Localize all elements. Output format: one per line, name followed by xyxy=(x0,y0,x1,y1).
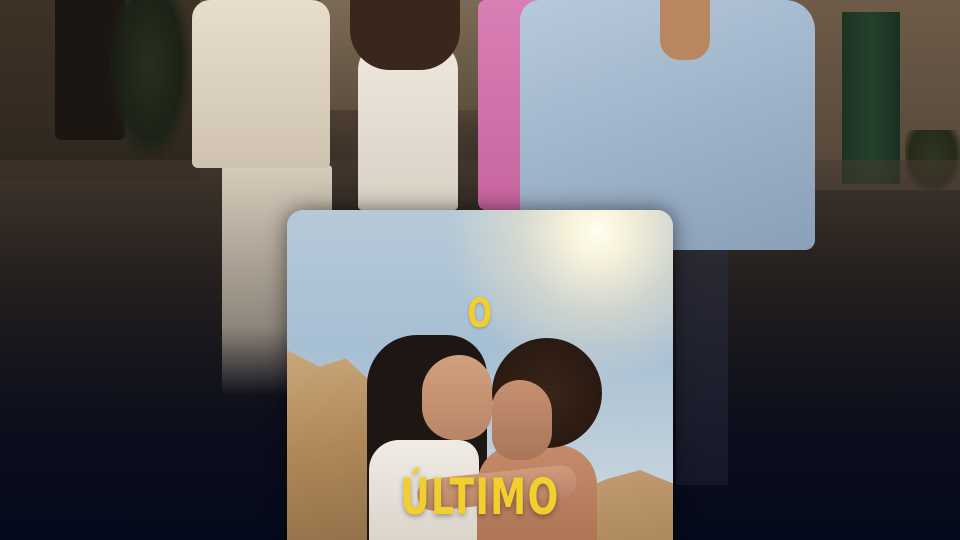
cast-figure-neck xyxy=(660,0,710,60)
poster-man-face xyxy=(492,380,552,460)
poster-woman-face xyxy=(422,355,492,440)
backdrop-green-door xyxy=(842,12,900,184)
backdrop-plants xyxy=(110,0,190,160)
title-poster-card[interactable]: O ÚLTIMO xyxy=(287,210,673,540)
cast-figure-white-shirt xyxy=(192,0,330,168)
cast-figure-dark-trousers xyxy=(676,245,728,485)
poster-title-line-2: ÚLTIMO xyxy=(400,468,560,526)
streaming-title-screen: O ÚLTIMO xyxy=(0,0,960,540)
poster-title-line-1: O xyxy=(467,291,493,337)
cast-figure-dark-hair xyxy=(350,0,460,70)
